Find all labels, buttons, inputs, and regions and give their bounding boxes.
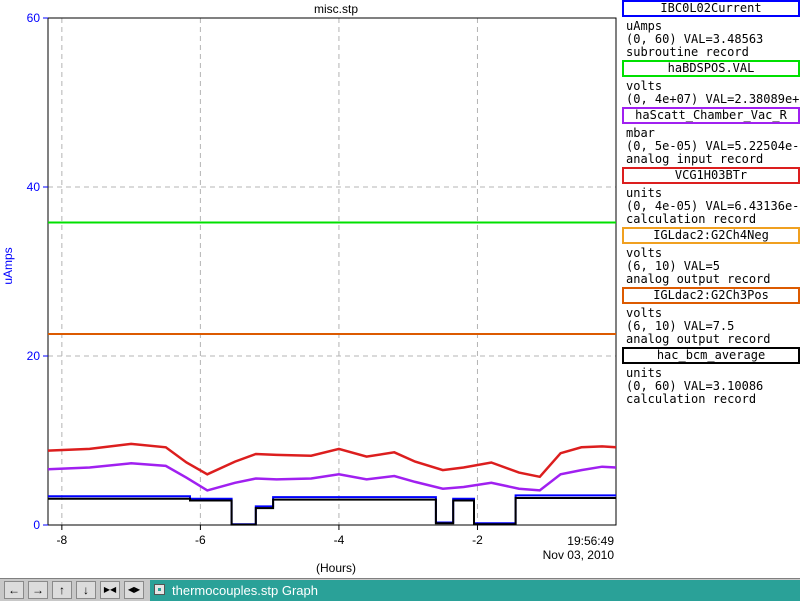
- scroll-right-button[interactable]: →: [28, 581, 48, 599]
- legend-entry-record: analog output record: [626, 332, 771, 346]
- legend-entry-name[interactable]: IBC0L02Current: [622, 0, 800, 17]
- legend-entry-units: volts: [626, 246, 663, 260]
- scroll-down-button[interactable]: ↓: [76, 581, 96, 599]
- y-tick-label: 0: [33, 518, 40, 532]
- scroll-up-button[interactable]: ↑: [52, 581, 72, 599]
- end-date-label: Nov 03, 2010: [543, 548, 615, 562]
- chart-plot[interactable]: -8 -6 -4 -2 0 20 40 60 misc.stp (Hours) uAmps 1…: [0, 0, 620, 578]
- legend-entry-units: units: [626, 366, 663, 380]
- y-tick-label: 40: [27, 180, 41, 194]
- x-tick-label: -8: [57, 533, 68, 547]
- legend-entry-name[interactable]: haScatt_Chamber_Vac_R: [622, 107, 800, 124]
- legend-entry-name[interactable]: haBDSPOS.VAL: [622, 60, 800, 77]
- legend-entry-record: analog input record: [626, 152, 764, 166]
- x-tick-label: -6: [195, 533, 206, 547]
- legend-panel: IBC0L02Current uAmps (0, 60) VAL=3.48563 su…: [620, 0, 800, 578]
- chart-grid: [48, 18, 616, 525]
- scroll-left-button[interactable]: ←: [4, 581, 24, 599]
- legend-entry-range-val: (0, 60) VAL=3.48563: [626, 32, 764, 46]
- legend-entry-range-val: (0, 4e-05) VAL=6.43136e-06: [626, 199, 800, 213]
- plot-frame: [47, 17, 617, 526]
- legend-entry-units: volts: [626, 306, 663, 320]
- y-axis-label: uAmps: [1, 247, 15, 284]
- legend-entry-name[interactable]: VCG1H03BTr: [622, 167, 800, 184]
- legend-entry-record: subroutine record: [626, 45, 749, 59]
- window-icon: [154, 584, 165, 595]
- y-tick-label: 20: [27, 349, 41, 363]
- series-line-hascatt-chamber-vac-r: [47, 462, 617, 492]
- legend-entry-range-val: (6, 10) VAL=5: [626, 259, 720, 273]
- legend-entry-units: units: [626, 186, 663, 200]
- legend-entry-record: calculation record: [626, 392, 757, 406]
- status-bar: ← → ↑ ↓ ▶◀ ◀▶ thermocouples.stp Graph: [0, 578, 800, 601]
- series-layer: [47, 221, 617, 526]
- x-axis-label: (Hours): [316, 561, 356, 575]
- legend-entry-units: mbar: [626, 126, 655, 140]
- x-tick-label: -2: [472, 533, 483, 547]
- legend-entry-range-val: (0, 60) VAL=3.10086: [626, 379, 764, 393]
- chart-title: misc.stp: [314, 2, 358, 16]
- legend-entry-range-val: (0, 4e+07) VAL=2.38089e+07: [626, 92, 800, 106]
- series-line-hac-bcm-average: [48, 497, 616, 526]
- legend-entry-units: volts: [626, 79, 663, 93]
- series-line-vcg1h03btr: [47, 442, 617, 479]
- legend-entry-name[interactable]: hac_bcm_average: [622, 347, 800, 364]
- x-tick-label: -4: [334, 533, 345, 547]
- zoom-in-button[interactable]: ▶◀: [100, 581, 120, 599]
- legend-entry-record: analog output record: [626, 272, 771, 286]
- y-tick-label: 60: [27, 11, 41, 25]
- legend-entry-range-val: (0, 5e-05) VAL=5.22504e-06: [626, 139, 800, 153]
- window-title: thermocouples.stp Graph: [172, 583, 318, 598]
- legend-entry-name[interactable]: IGLdac2:G2Ch3Pos: [622, 287, 800, 304]
- window-tab[interactable]: thermocouples.stp Graph: [150, 580, 800, 601]
- legend-entry-name[interactable]: IGLdac2:G2Ch4Neg: [622, 227, 800, 244]
- end-time-label: 19:56:49: [567, 534, 614, 548]
- legend-entry-range-val: (6, 10) VAL=7.5: [626, 319, 735, 333]
- legend-entry-units: uAmps: [626, 19, 663, 33]
- legend-entry-record: calculation record: [626, 212, 757, 226]
- zoom-out-button[interactable]: ◀▶: [124, 581, 144, 599]
